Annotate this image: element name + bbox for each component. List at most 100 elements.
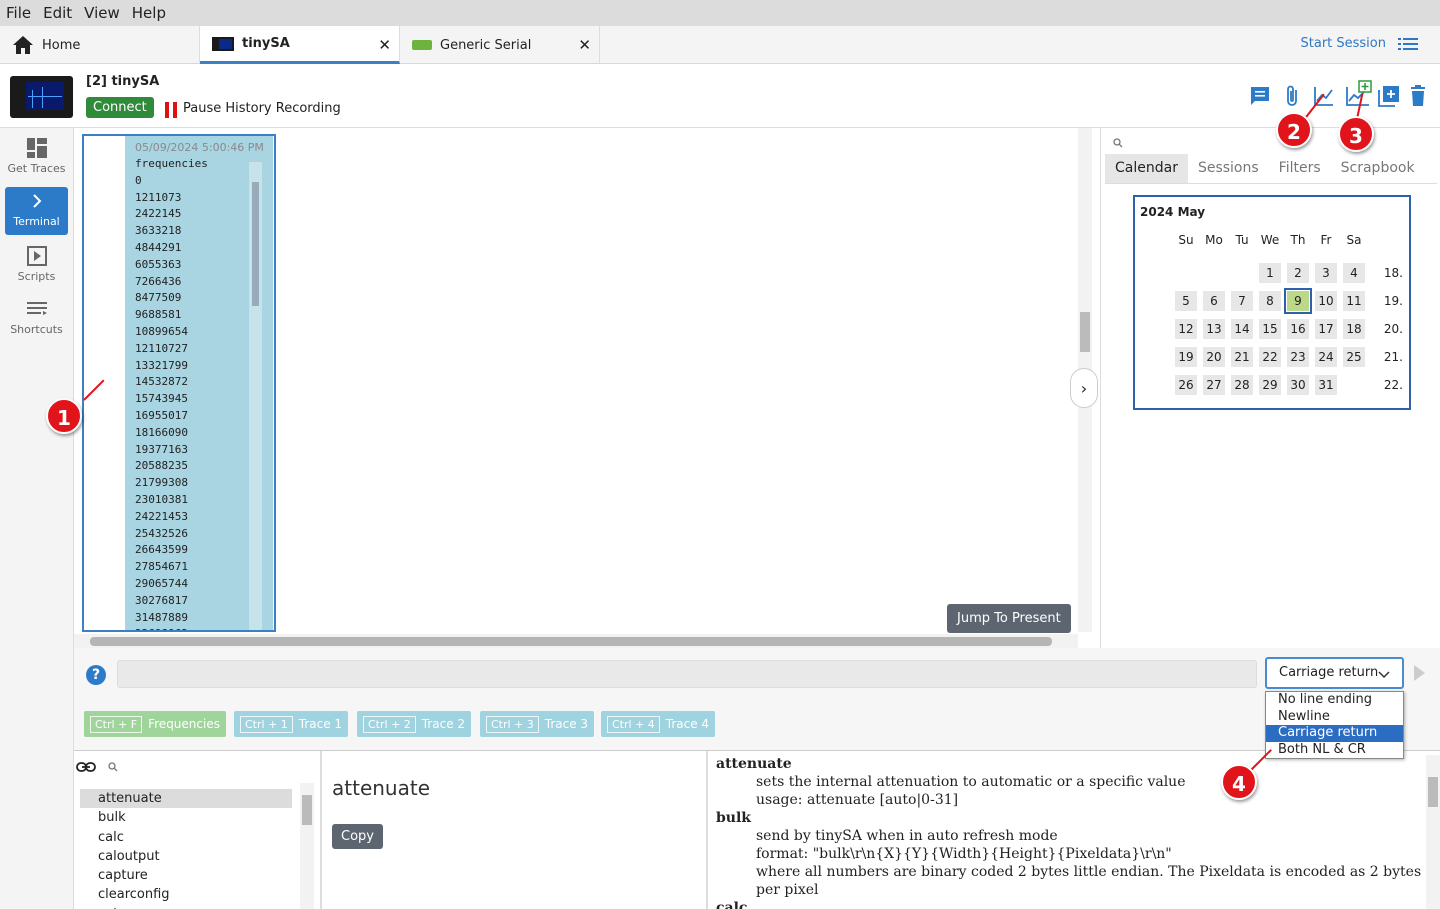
command-list-item[interactable]: calc [80, 828, 292, 847]
option-both-nl-cr[interactable]: Both NL & CR [1266, 742, 1403, 759]
option-newline[interactable]: Newline [1266, 709, 1403, 726]
splitter[interactable] [320, 751, 322, 909]
panel-search-input[interactable] [1109, 132, 1433, 154]
calendar-day[interactable]: 11 [1343, 291, 1365, 311]
calendar-day[interactable]: 16 [1287, 319, 1309, 339]
calendar-day[interactable]: 28 [1231, 375, 1253, 395]
calendar-day[interactable]: 14 [1231, 319, 1253, 339]
command-list-item[interactable]: capture [80, 866, 292, 885]
trash-icon[interactable] [1406, 84, 1430, 108]
close-icon[interactable]: ✕ [378, 36, 391, 54]
calendar-day[interactable]: 9 [1284, 288, 1312, 314]
add-box-icon[interactable] [1377, 84, 1401, 108]
close-icon[interactable]: ✕ [578, 36, 591, 54]
line-ending-select[interactable]: Carriage return [1265, 657, 1404, 689]
tab-scrapbook[interactable]: Scrapbook [1331, 154, 1425, 183]
link-icon[interactable] [76, 759, 96, 775]
comment-icon[interactable] [1248, 84, 1272, 108]
nav-get-traces[interactable]: Get Traces [5, 134, 68, 182]
calendar-day[interactable]: 5 [1175, 291, 1197, 311]
calendar-day[interactable]: 26 [1175, 375, 1197, 395]
command-list-item[interactable]: bulk [80, 808, 292, 827]
jump-to-present-button[interactable]: Jump To Present [947, 604, 1071, 633]
calendar-day[interactable]: 31 [1315, 375, 1337, 395]
message-scrollbar[interactable] [249, 162, 262, 630]
terminal-horizontal-scrollbar[interactable] [74, 634, 1078, 648]
calendar-day[interactable]: 8 [1259, 291, 1281, 311]
chevron-right-icon [32, 194, 41, 208]
menu-file[interactable]: File [6, 4, 31, 22]
nav-scripts[interactable]: Scripts [5, 242, 68, 290]
shortcut-name: Frequencies [148, 717, 220, 731]
calendar-day[interactable]: 21 [1231, 347, 1253, 367]
message-card[interactable]: 05/09/2024 5:00:46 PM frequencies 0 121107… [125, 136, 273, 630]
calendar-day[interactable]: 18 [1343, 319, 1365, 339]
calendar-day[interactable]: 6 [1203, 291, 1225, 311]
copy-button[interactable]: Copy [332, 824, 383, 849]
menu-view[interactable]: View [84, 4, 120, 22]
calendar-day[interactable]: 25 [1343, 347, 1365, 367]
calendar-day[interactable]: 3 [1315, 263, 1337, 283]
menu-help[interactable]: Help [132, 4, 166, 22]
calendar-day[interactable]: 23 [1287, 347, 1309, 367]
calendar-day[interactable]: 10 [1315, 291, 1337, 311]
calendar-day[interactable]: 20 [1203, 347, 1225, 367]
tab-tinysa[interactable]: tinySA ✕ [200, 26, 400, 64]
calendar-day[interactable]: 13 [1203, 319, 1225, 339]
list-icon [1398, 37, 1418, 50]
command-list-item[interactable]: attenuate [80, 789, 292, 809]
calendar-day[interactable]: 12 [1175, 319, 1197, 339]
calendar-day[interactable]: 29 [1259, 375, 1281, 395]
shortcut-button[interactable]: Ctrl + 1 Trace 1 [234, 711, 349, 737]
start-session-button[interactable]: Start Session [1301, 36, 1418, 51]
command-search-input[interactable] [102, 757, 312, 777]
shortcut-button[interactable]: Ctrl + F Frequencies [84, 711, 226, 737]
splitter[interactable] [706, 751, 708, 909]
device-thumbnail [10, 76, 73, 118]
calendar-day[interactable]: 27 [1203, 375, 1225, 395]
nav-scripts-label: Scripts [17, 270, 56, 283]
calendar-day[interactable]: 24 [1315, 347, 1337, 367]
command-list-item[interactable]: clearconfig [80, 885, 292, 904]
tab-home[interactable]: Home [0, 26, 200, 64]
command-list-item[interactable]: color [80, 905, 292, 909]
calendar-day[interactable]: 7 [1231, 291, 1253, 311]
calendar-day[interactable]: 4 [1343, 263, 1365, 283]
tab-calendar[interactable]: Calendar [1105, 154, 1188, 183]
option-no-line-ending[interactable]: No line ending [1266, 692, 1403, 709]
tab-sessions[interactable]: Sessions [1188, 154, 1269, 183]
pause-icon[interactable] [165, 102, 177, 118]
collapse-panel-button[interactable]: › [1070, 368, 1098, 408]
connect-button[interactable]: Connect [86, 97, 154, 118]
menu-edit[interactable]: Edit [43, 4, 72, 22]
pause-history-label[interactable]: Pause History Recording [183, 101, 341, 116]
paperclip-icon[interactable] [1280, 84, 1304, 108]
nav-terminal[interactable]: Terminal [5, 187, 68, 235]
serial-device-icon [412, 40, 432, 50]
doc-entry-name: bulk [716, 810, 751, 826]
calendar-day[interactable]: 17 [1315, 319, 1337, 339]
shortcut-button[interactable]: Ctrl + 2 Trace 2 [357, 711, 472, 737]
calendar-day[interactable]: 22 [1259, 347, 1281, 367]
shortcut-name: Trace 3 [544, 717, 589, 731]
tab-filters[interactable]: Filters [1269, 154, 1331, 183]
shortcut-button[interactable]: Ctrl + 4 Trace 4 [601, 711, 716, 737]
calendar-day[interactable]: 2 [1287, 263, 1309, 283]
message-selection[interactable]: 05/09/2024 5:00:46 PM frequencies 0 121107… [82, 134, 276, 632]
weekday-header: Th [1290, 233, 1306, 247]
calendar-day[interactable]: 30 [1287, 375, 1309, 395]
command-list-scrollbar[interactable] [300, 783, 314, 909]
send-icon[interactable] [1414, 665, 1425, 681]
calendar-day[interactable]: 15 [1259, 319, 1281, 339]
nav-shortcuts[interactable]: Shortcuts [5, 295, 68, 343]
help-icon[interactable]: ? [86, 665, 106, 685]
option-carriage-return[interactable]: Carriage return [1266, 725, 1403, 742]
command-input[interactable] [117, 660, 1257, 688]
play-box-icon [26, 246, 47, 266]
calendar-day[interactable]: 19 [1175, 347, 1197, 367]
tab-generic-serial[interactable]: Generic Serial ✕ [400, 26, 600, 64]
calendar-day[interactable]: 1 [1259, 263, 1281, 283]
doc-scrollbar[interactable] [1426, 755, 1440, 909]
shortcut-button[interactable]: Ctrl + 3 Trace 3 [480, 711, 595, 737]
command-list-item[interactable]: caloutput [80, 847, 292, 866]
